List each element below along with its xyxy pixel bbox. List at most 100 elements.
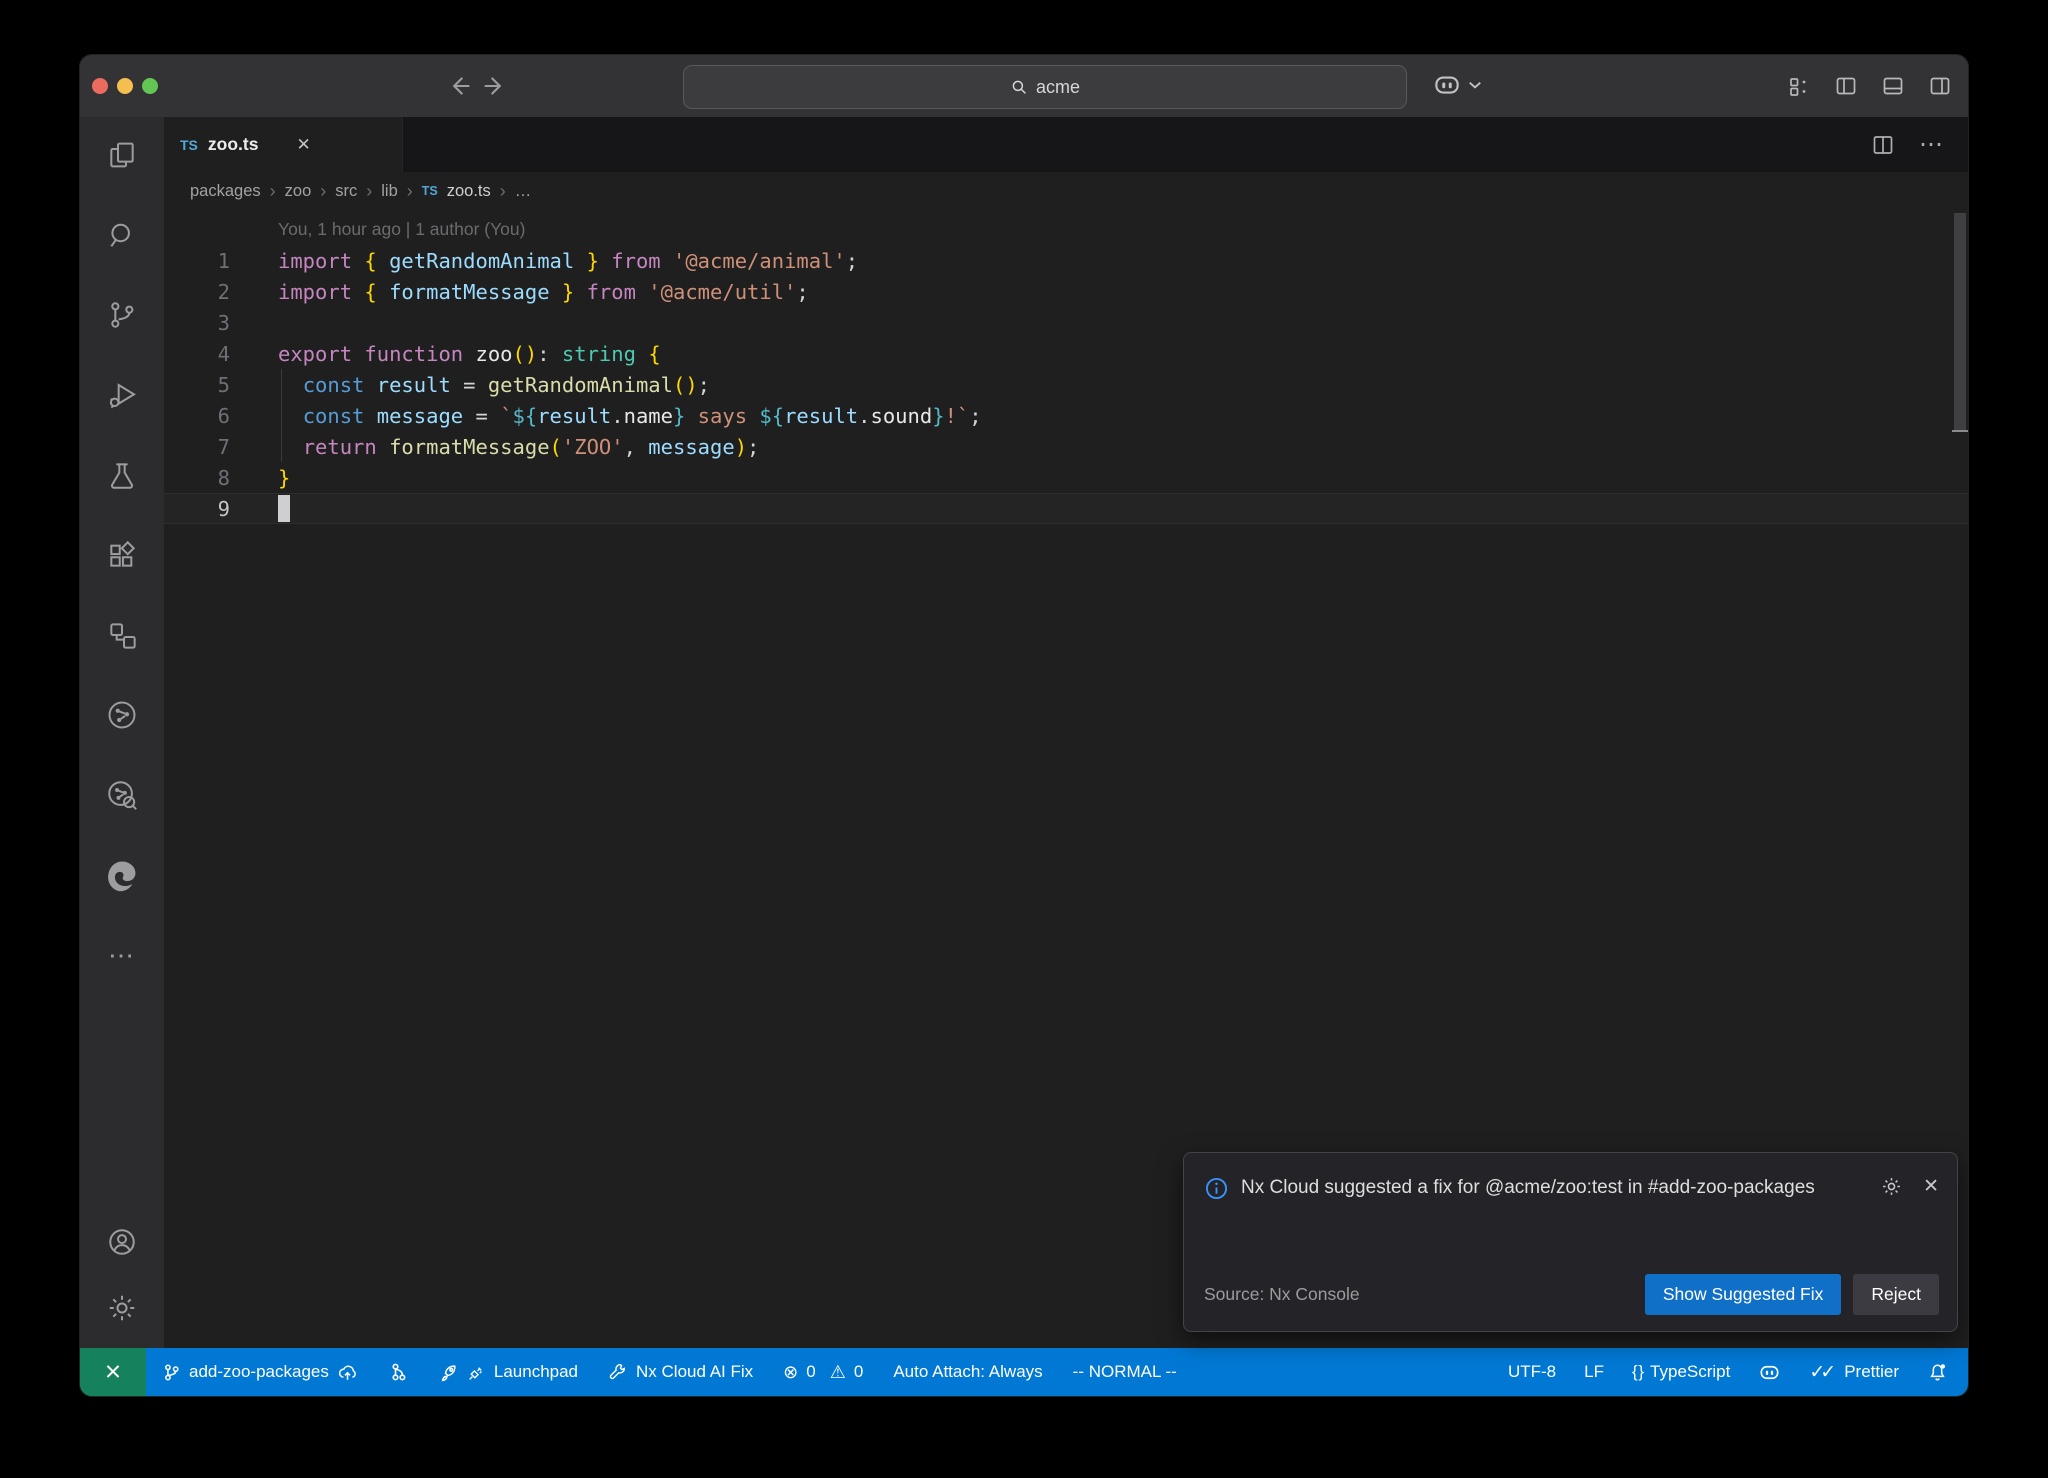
line-number: 5 xyxy=(164,373,230,397)
remote-icon xyxy=(103,1362,123,1382)
code-text: import { getRandomAnimal } from '@acme/a… xyxy=(230,249,858,273)
window-controls xyxy=(92,55,158,117)
code-text: } xyxy=(230,466,290,490)
notifications-bell[interactable] xyxy=(1927,1362,1948,1383)
close-window-button[interactable] xyxy=(92,78,108,94)
line-number: 1 xyxy=(164,249,230,273)
copilot-menu[interactable] xyxy=(1432,70,1482,100)
line-number: 4 xyxy=(164,342,230,366)
toggle-primary-sidebar-icon[interactable] xyxy=(1834,74,1858,98)
nx-console-icon[interactable] xyxy=(98,691,146,739)
eol-status[interactable]: LF xyxy=(1584,1362,1604,1382)
status-bar: add-zoo-packages Launchpad Nx Cloud AI F… xyxy=(80,1348,1968,1396)
line-number: 7 xyxy=(164,435,230,459)
account-icon[interactable] xyxy=(98,1218,146,1266)
extensions-icon[interactable] xyxy=(98,531,146,579)
chevron-right-icon: › xyxy=(320,181,326,202)
code-line-3[interactable]: 3 xyxy=(164,307,1968,338)
info-icon xyxy=(1204,1176,1229,1201)
formatter-status[interactable]: ✓✓ Prettier xyxy=(1809,1361,1899,1384)
breadcrumb-folders: packages›zoo›src›lib› xyxy=(190,181,413,202)
encoding-status[interactable]: UTF-8 xyxy=(1508,1362,1556,1382)
title-bar: acme xyxy=(80,55,1968,117)
breadcrumb-item[interactable]: zoo xyxy=(285,182,312,201)
toggle-secondary-sidebar-icon[interactable] xyxy=(1928,74,1952,98)
double-check-icon: ✓✓ xyxy=(1809,1361,1836,1384)
toggle-panel-icon[interactable] xyxy=(1881,74,1905,98)
code-line-1[interactable]: 1import { getRandomAnimal } from '@acme/… xyxy=(164,245,1968,276)
breadcrumb-file[interactable]: zoo.ts xyxy=(447,182,491,201)
tab-zoo-ts[interactable]: TS zoo.ts ✕ xyxy=(164,117,403,172)
explorer-icon[interactable] xyxy=(98,131,146,179)
notification-close-icon[interactable]: ✕ xyxy=(1923,1175,1939,1198)
nx-fix-label: Nx Cloud AI Fix xyxy=(636,1362,753,1382)
git-branch-status[interactable]: add-zoo-packages xyxy=(162,1362,358,1383)
remote-explorer-icon[interactable] xyxy=(98,611,146,659)
back-arrow-icon[interactable] xyxy=(446,72,474,100)
notification-toast: Nx Cloud suggested a fix for @acme/zoo:t… xyxy=(1183,1152,1958,1332)
search-value: acme xyxy=(1036,77,1080,98)
editor-more-actions-icon[interactable]: ⋯ xyxy=(1919,130,1944,159)
nx-cloud-icon[interactable] xyxy=(98,771,146,819)
auto-attach-status[interactable]: Auto Attach: Always xyxy=(893,1362,1042,1382)
launchpad-button[interactable]: Launchpad xyxy=(438,1362,578,1383)
forward-arrow-icon[interactable] xyxy=(480,72,508,100)
nx-cloud-ai-fix-button[interactable]: Nx Cloud AI Fix xyxy=(608,1362,753,1382)
more-views-icon[interactable]: ⋯ xyxy=(98,931,146,979)
tab-label: zoo.ts xyxy=(208,134,259,155)
code-line-7[interactable]: 7 return formatMessage('ZOO', message); xyxy=(164,431,1968,462)
editor-scrollbar[interactable] xyxy=(1954,213,1966,432)
copilot-icon xyxy=(1432,70,1462,100)
line-number: 6 xyxy=(164,404,230,428)
settings-gear-icon[interactable] xyxy=(98,1284,146,1332)
split-editor-icon[interactable] xyxy=(1871,133,1895,157)
breadcrumb-more[interactable]: … xyxy=(515,182,532,201)
reject-button[interactable]: Reject xyxy=(1853,1274,1939,1315)
run-debug-icon[interactable] xyxy=(98,371,146,419)
breadcrumb-item[interactable]: packages xyxy=(190,182,261,201)
code-line-8[interactable]: 8} xyxy=(164,462,1968,493)
vim-mode-indicator[interactable]: -- NORMAL -- xyxy=(1073,1362,1177,1382)
warning-icon: ⚠ xyxy=(830,1363,846,1381)
braces-icon: { } xyxy=(1632,1362,1642,1382)
tab-close-icon[interactable]: ✕ xyxy=(296,135,310,155)
search-icon xyxy=(1010,78,1028,96)
customize-layout-icon[interactable] xyxy=(1787,74,1811,98)
show-suggested-fix-button[interactable]: Show Suggested Fix xyxy=(1645,1274,1842,1315)
breadcrumb: packages›zoo›src›lib› TS zoo.ts › … xyxy=(164,172,1968,210)
code-text: export function zoo(): string { xyxy=(230,342,661,366)
breadcrumb-item[interactable]: src xyxy=(335,182,357,201)
line-number: 2 xyxy=(164,280,230,304)
chevron-right-icon: › xyxy=(500,181,506,202)
testing-icon[interactable] xyxy=(98,451,146,499)
minimize-window-button[interactable] xyxy=(117,78,133,94)
inline-blame: You, 1 hour ago | 1 author (You) xyxy=(164,214,1968,245)
launchpad-label: Launchpad xyxy=(494,1362,578,1382)
notification-settings-gear-icon[interactable] xyxy=(1880,1175,1903,1198)
code-line-5[interactable]: 5 const result = getRandomAnimal(); xyxy=(164,369,1968,400)
source-control-graph-button[interactable] xyxy=(388,1362,408,1382)
copilot-status[interactable] xyxy=(1758,1361,1781,1384)
vim-block-cursor xyxy=(278,495,290,522)
code-line-6[interactable]: 6 const message = `${result.name} says $… xyxy=(164,400,1968,431)
activity-bar: ⋯ xyxy=(80,117,164,1348)
notification-message: Nx Cloud suggested a fix for @acme/zoo:t… xyxy=(1241,1169,1829,1207)
remote-indicator[interactable] xyxy=(80,1348,146,1396)
edge-browser-icon[interactable] xyxy=(98,851,146,899)
code-text: const result = getRandomAnimal(); xyxy=(230,373,710,397)
bell-dot-icon xyxy=(1927,1362,1948,1383)
error-icon: ⊗ xyxy=(783,1363,798,1381)
source-control-icon[interactable] xyxy=(98,291,146,339)
code-line-9[interactable]: 9 xyxy=(164,493,1968,524)
language-mode-status[interactable]: { } TypeScript xyxy=(1632,1362,1730,1382)
code-line-4[interactable]: 4export function zoo(): string { xyxy=(164,338,1968,369)
maximize-window-button[interactable] xyxy=(142,78,158,94)
command-center-search[interactable]: acme xyxy=(683,65,1407,109)
search-sidebar-icon[interactable] xyxy=(98,211,146,259)
code-line-2[interactable]: 2import { formatMessage } from '@acme/ut… xyxy=(164,276,1968,307)
code-text: return formatMessage('ZOO', message); xyxy=(230,435,759,459)
problems-status[interactable]: ⊗ 0 ⚠ 0 xyxy=(783,1362,863,1382)
breadcrumb-item[interactable]: lib xyxy=(381,182,398,201)
chevron-down-icon xyxy=(1468,80,1482,90)
error-count: 0 xyxy=(806,1362,815,1382)
